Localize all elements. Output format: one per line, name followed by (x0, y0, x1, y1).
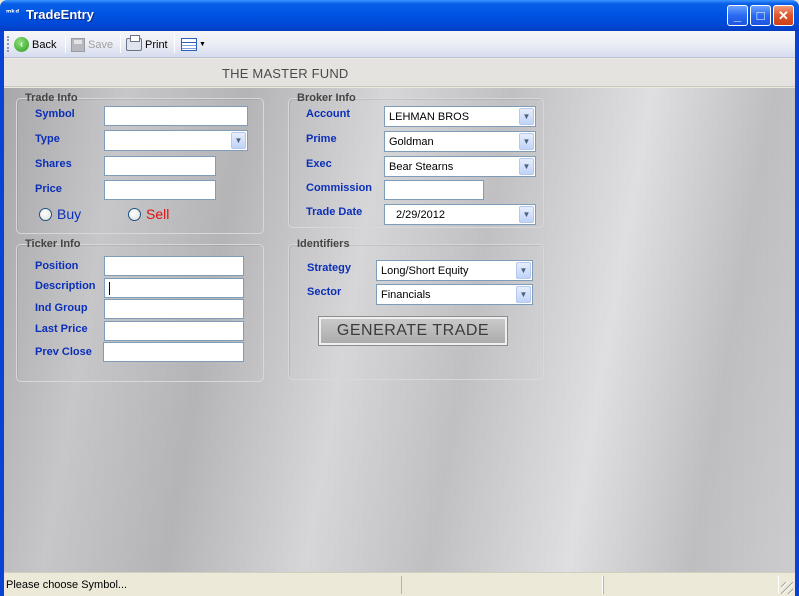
symbol-label: Symbol (35, 108, 75, 120)
prime-select[interactable]: Goldman ▼ (384, 131, 536, 152)
toolbar-separator (65, 35, 66, 53)
prime-value: Goldman (389, 136, 434, 148)
chevron-down-icon[interactable]: ▼ (516, 262, 531, 279)
type-label: Type (35, 133, 60, 145)
app-icon: ᵐᵏᵈ (6, 8, 20, 17)
exec-value: Bear Stearns (389, 161, 454, 173)
save-label: Save (88, 38, 114, 51)
back-arrow-icon: ‹ (14, 37, 29, 52)
trade-form: Trade Info Symbol Type ▼ Shares Price Bu… (4, 88, 795, 572)
radio-circle-icon (39, 207, 52, 221)
status-pane (603, 576, 779, 594)
shares-label: Shares (35, 158, 72, 170)
status-bar: Please choose Symbol... (4, 572, 795, 596)
prime-label: Prime (306, 133, 337, 145)
sector-value: Financials (381, 289, 431, 301)
toolbar-separator (174, 35, 175, 53)
chevron-down-icon[interactable]: ▼ (519, 158, 534, 175)
account-select[interactable]: LEHMAN BROS ▼ (384, 106, 536, 127)
title-bar[interactable]: ᵐᵏᵈ TradeEntry _ □ ✕ (0, 0, 799, 31)
buy-label: Buy (57, 206, 82, 222)
status-message: Please choose Symbol... (6, 579, 128, 591)
account-value: LEHMAN BROS (389, 111, 470, 123)
strategy-value: Long/Short Equity (381, 265, 469, 277)
trade-info-title: Trade Info (25, 92, 78, 104)
buy-radio[interactable]: Buy (39, 206, 81, 222)
identifiers-title: Identifiers (297, 238, 350, 250)
radio-circle-icon (128, 207, 141, 221)
position-label: Position (35, 260, 79, 272)
ind-group-input[interactable] (104, 299, 244, 319)
description-label: Description (35, 280, 96, 292)
close-button[interactable]: ✕ (773, 5, 794, 26)
symbol-input[interactable] (104, 106, 248, 126)
toolbar-separator (120, 35, 121, 53)
toolbar: ‹ Back Save Print ▼ (4, 31, 795, 58)
last-price-label: Last Price (35, 323, 88, 335)
ind-group-label: Ind Group (35, 302, 88, 314)
back-label: Back (32, 38, 57, 51)
exec-label: Exec (306, 158, 332, 170)
view-dropdown-button[interactable]: ▼ (181, 36, 206, 53)
toolbar-grip[interactable] (7, 36, 10, 52)
strategy-label: Strategy (307, 262, 352, 274)
minimize-button[interactable]: _ (727, 5, 748, 26)
trade-date-label: Trade Date (306, 206, 363, 218)
exec-select[interactable]: Bear Stearns ▼ (384, 156, 536, 177)
strategy-select[interactable]: Long/Short Equity ▼ (376, 260, 533, 281)
chevron-down-icon[interactable]: ▼ (516, 286, 531, 303)
trade-date-value: 2/29/2012 (396, 209, 445, 221)
fund-title: THE MASTER FUND (222, 66, 349, 81)
print-button[interactable]: Print (126, 35, 168, 53)
broker-info-title: Broker Info (297, 92, 356, 104)
calendar-dropdown-icon[interactable]: ▼ (519, 206, 534, 223)
account-label: Account (306, 108, 350, 120)
save-button[interactable]: Save (71, 36, 113, 53)
sector-select[interactable]: Financials ▼ (376, 284, 533, 305)
price-input[interactable] (104, 180, 216, 200)
status-pane (401, 576, 603, 594)
prev-close-label: Prev Close (35, 346, 92, 358)
fund-header: THE MASTER FUND (4, 59, 795, 87)
position-input[interactable] (104, 256, 244, 276)
chevron-down-icon[interactable]: ▼ (231, 132, 246, 149)
commission-input[interactable] (384, 180, 484, 200)
chevron-down-icon[interactable]: ▼ (519, 108, 534, 125)
grid-view-icon (181, 38, 197, 51)
trade-date-picker[interactable]: 2/29/2012 ▼ (384, 204, 536, 225)
price-label: Price (35, 183, 62, 195)
window-border-right (795, 31, 799, 596)
floppy-disk-icon (71, 37, 85, 52)
chevron-down-icon[interactable]: ▼ (519, 133, 534, 150)
print-label: Print (145, 38, 168, 51)
commission-label: Commission (306, 182, 373, 194)
shares-input[interactable] (104, 156, 216, 176)
prev-close-input[interactable] (103, 342, 244, 362)
type-select[interactable]: ▼ (104, 130, 248, 151)
text-cursor (109, 282, 110, 295)
sell-label: Sell (146, 206, 170, 222)
resize-grip-icon[interactable] (781, 582, 793, 594)
maximize-button[interactable]: □ (750, 5, 771, 26)
last-price-input[interactable] (104, 321, 244, 341)
description-input[interactable] (104, 278, 244, 298)
generate-trade-button[interactable]: GENERATE TRADE (318, 316, 508, 346)
window-title: TradeEntry (26, 7, 94, 22)
printer-icon (126, 35, 142, 51)
dropdown-caret-icon: ▼ (199, 41, 206, 48)
sector-label: Sector (307, 286, 342, 298)
back-button[interactable]: ‹ Back (14, 36, 56, 53)
sell-radio[interactable]: Sell (128, 206, 169, 222)
ticker-info-title: Ticker Info (25, 238, 81, 250)
